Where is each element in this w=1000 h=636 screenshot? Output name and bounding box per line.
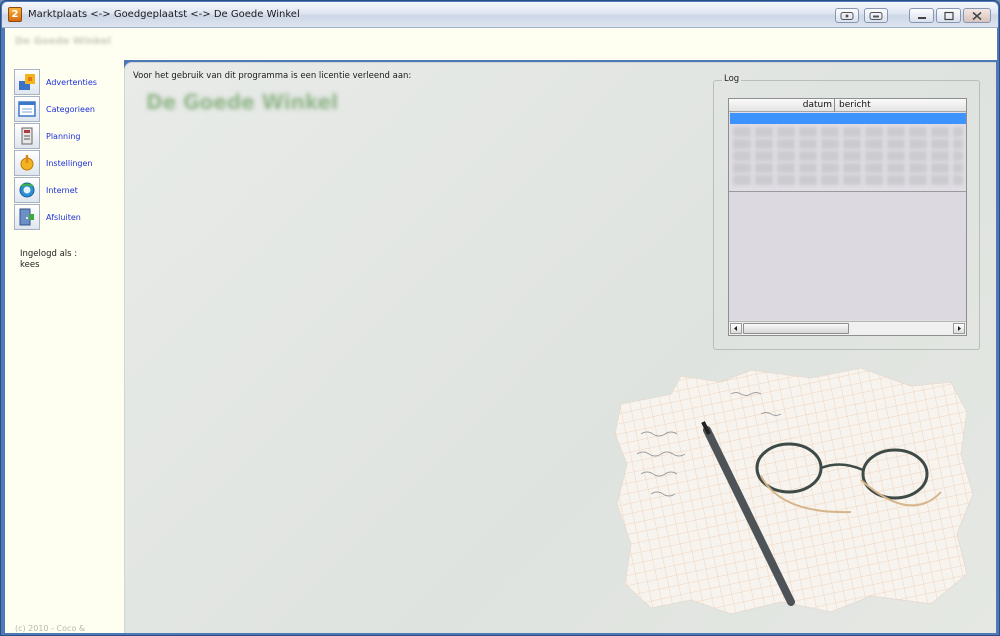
sidebar-item-label: Planning — [46, 131, 81, 141]
table-row[interactable] — [733, 151, 963, 161]
sidebar-item-label: Instellingen — [46, 158, 93, 168]
arrow-right-icon — [958, 326, 961, 331]
maximize-button[interactable] — [936, 8, 961, 23]
settings-icon — [14, 150, 40, 176]
logged-in-label: Ingelogd als : — [20, 249, 78, 259]
logged-in-user: kees — [20, 260, 40, 270]
advertisements-icon — [14, 69, 40, 95]
exit-icon — [14, 204, 40, 230]
sidebar-item-internet[interactable]: Internet — [14, 177, 118, 203]
sidebar-item-advertenties[interactable]: Advertenties — [14, 69, 118, 95]
log-table-empty-area — [729, 191, 966, 320]
table-row[interactable] — [733, 139, 963, 149]
close-icon — [972, 11, 982, 20]
table-row[interactable] — [733, 175, 963, 185]
header-shop-name: De Goede Winkel — [15, 36, 112, 47]
sidebar-item-categorieen[interactable]: Categorieen — [14, 96, 118, 122]
log-table[interactable]: datum bericht — [728, 98, 967, 336]
licence-text: Voor het gebruik van dit programma is ee… — [133, 71, 412, 81]
sidebar-item-label: Advertenties — [46, 77, 97, 87]
licence-shop-name: De Goede Winkel — [146, 90, 339, 114]
table-row[interactable] — [733, 127, 963, 137]
scroll-right-button[interactable] — [953, 323, 965, 334]
scroll-left-button[interactable] — [730, 323, 742, 334]
column-header-bericht[interactable]: bericht — [837, 99, 871, 112]
minimize-icon — [917, 16, 926, 19]
sidebar-item-label: Categorieen — [46, 104, 95, 114]
sidebar: Advertenties Categorieen Planning Instel… — [5, 60, 124, 633]
sidebar-item-planning[interactable]: Planning — [14, 123, 118, 149]
table-row-selected[interactable] — [730, 113, 966, 124]
log-group-title: Log — [722, 74, 742, 84]
main-panel: Voor het gebruik van dit programma is ee… — [124, 62, 996, 633]
internet-icon — [14, 177, 40, 203]
log-group: Log datum bericht — [713, 74, 980, 350]
app-icon[interactable]: 2 — [8, 7, 22, 22]
maximize-icon — [943, 11, 954, 20]
log-table-header: datum bericht — [729, 99, 966, 112]
title-bar[interactable]: 2 Marktplaats <-> Goedgeplaatst <-> De G… — [2, 2, 998, 28]
minimize-button[interactable] — [909, 8, 934, 23]
sidebar-item-instellingen[interactable]: Instellingen — [14, 150, 118, 176]
window-title: Marktplaats <-> Goedgeplaatst <-> De Goe… — [28, 9, 300, 20]
sidebar-item-afsluiten[interactable]: Afsluiten — [14, 204, 118, 230]
help-button[interactable] — [835, 8, 859, 23]
categories-icon — [14, 96, 40, 122]
planning-icon — [14, 123, 40, 149]
app-window: 2 Marktplaats <-> Goedgeplaatst <-> De G… — [0, 0, 1000, 636]
horizontal-scrollbar[interactable] — [729, 321, 966, 335]
scroll-thumb[interactable] — [743, 323, 849, 334]
help-icon — [840, 11, 854, 20]
decorative-paper-glasses-image — [614, 367, 974, 615]
arrow-left-icon — [734, 326, 737, 331]
sidebar-item-label: Internet — [46, 185, 78, 195]
minimize-to-tray-button[interactable] — [864, 8, 888, 23]
close-button[interactable] — [963, 8, 991, 23]
tray-icon — [869, 11, 883, 20]
table-row[interactable] — [733, 163, 963, 173]
header-band: De Goede Winkel — [5, 28, 997, 60]
column-header-datum[interactable]: datum — [729, 99, 835, 112]
sidebar-item-label: Afsluiten — [46, 212, 81, 222]
copyright-text: (c) 2010 - Coco & — [15, 624, 86, 633]
